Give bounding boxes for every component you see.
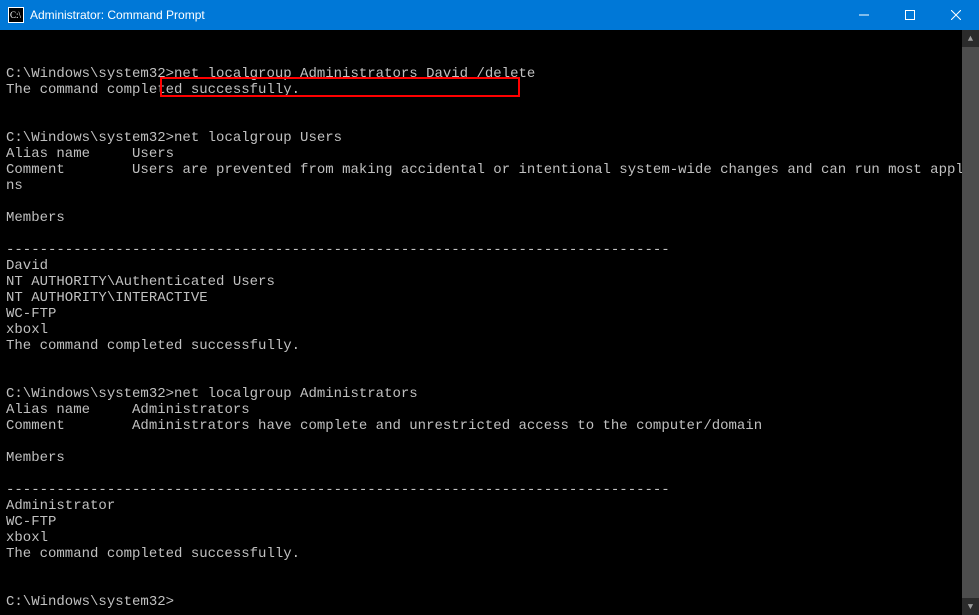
scroll-up-button[interactable]: ▲ — [962, 30, 979, 47]
close-icon — [951, 10, 961, 20]
prompt-line: C:\Windows\system32> — [6, 594, 174, 610]
output-line: The command completed successfully. — [6, 338, 300, 354]
prompt-line: C:\Windows\system32>net localgroup Admin… — [6, 66, 535, 82]
terminal-output[interactable]: C:\Windows\system32>net localgroup Admin… — [0, 30, 962, 615]
terminal-area: C:\Windows\system32>net localgroup Admin… — [0, 30, 979, 615]
scrollbar-track[interactable] — [962, 47, 979, 598]
maximize-icon — [905, 10, 915, 20]
output-line: Alias name Administrators — [6, 402, 250, 418]
divider-line: ----------------------------------------… — [6, 482, 670, 498]
minimize-button[interactable] — [841, 0, 887, 30]
minimize-icon — [859, 10, 869, 20]
prompt-line: C:\Windows\system32>net localgroup Users — [6, 130, 342, 146]
output-line: ns — [6, 178, 23, 194]
divider-line: ----------------------------------------… — [6, 242, 670, 258]
scroll-down-button[interactable]: ▼ — [962, 598, 979, 615]
maximize-button[interactable] — [887, 0, 933, 30]
title-bar[interactable]: C:\ Administrator: Command Prompt — [0, 0, 979, 30]
vertical-scrollbar[interactable]: ▲ ▼ — [962, 30, 979, 615]
member-line: NT AUTHORITY\Authenticated Users — [6, 274, 275, 290]
output-line: The command completed successfully. — [6, 546, 300, 562]
member-line: WC-FTP — [6, 514, 56, 530]
output-line: Alias name Users — [6, 146, 174, 162]
member-line: Administrator — [6, 498, 115, 514]
output-line: Members — [6, 210, 65, 226]
prompt: C:\Windows\system32> — [6, 594, 174, 610]
close-button[interactable] — [933, 0, 979, 30]
member-line: David — [6, 258, 48, 274]
member-line: NT AUTHORITY\INTERACTIVE — [6, 290, 208, 306]
scrollbar-thumb[interactable] — [962, 47, 979, 598]
output-line: Members — [6, 450, 65, 466]
member-line: xboxl — [6, 530, 48, 546]
cmd-icon: C:\ — [8, 7, 24, 23]
command-text: net localgroup Administrators — [174, 386, 418, 402]
window-controls — [841, 0, 979, 30]
prompt: C:\Windows\system32> — [6, 386, 174, 402]
output-line: The command completed successfully. — [6, 82, 300, 98]
prompt-line: C:\Windows\system32>net localgroup Admin… — [6, 386, 418, 402]
output-line: Comment Users are prevented from making … — [6, 162, 962, 178]
prompt: C:\Windows\system32> — [6, 130, 174, 146]
prompt: C:\Windows\system32> — [6, 66, 174, 82]
svg-text:C:\: C:\ — [10, 10, 22, 20]
member-line: xboxl — [6, 322, 48, 338]
command-text: net localgroup Users — [174, 130, 342, 146]
command-text: net localgroup Administrators David /del… — [174, 66, 535, 82]
chevron-up-icon: ▲ — [968, 34, 973, 44]
window-title: Administrator: Command Prompt — [30, 8, 205, 22]
output-line: Comment Administrators have complete and… — [6, 418, 762, 434]
chevron-down-icon: ▼ — [968, 602, 973, 612]
member-line: WC-FTP — [6, 306, 56, 322]
